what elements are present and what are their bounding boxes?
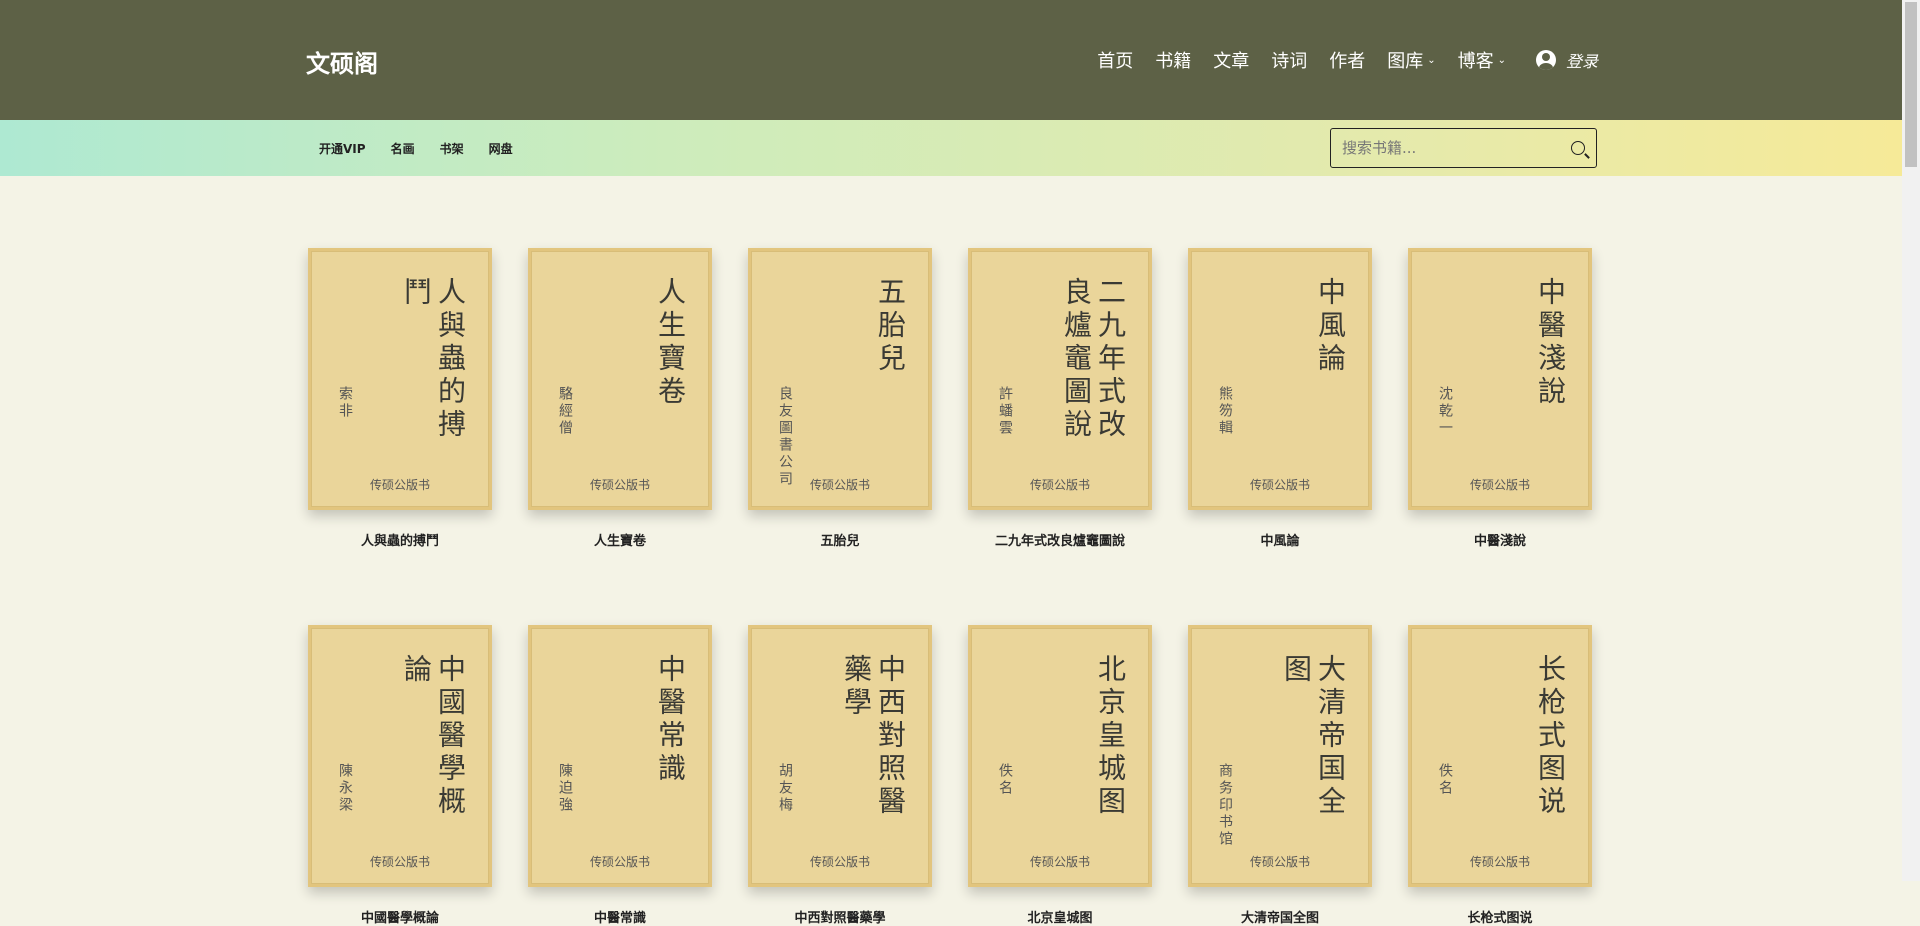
cover-title: 中醫常識 [654, 654, 687, 786]
book-cover[interactable]: 五胎兒 良友圖書公司 传硕公版书 [748, 248, 932, 510]
nav-blog-label: 博客 [1457, 51, 1494, 72]
cover-title: 人生寶卷 [654, 277, 687, 409]
cover-title: 中風論 [1314, 277, 1347, 376]
cover-title: 中醫淺說 [1534, 277, 1567, 409]
cover-title: 中國醫學概論 [400, 654, 467, 819]
book-cover[interactable]: 中西對照醫藥學 胡友梅 传硕公版书 [748, 625, 932, 887]
cover-author: 沈乾一 [1437, 386, 1453, 437]
cover-author: 駱經僧 [557, 386, 573, 437]
cover-title: 中西對照醫藥學 [840, 654, 907, 819]
cover-author: 許蟠雲 [997, 386, 1013, 437]
cover-publisher: 传硕公版书 [589, 478, 650, 492]
book-cover[interactable]: 长枪式图说 佚名 传硕公版书 [1408, 625, 1592, 887]
nav-authors[interactable]: 作者 [1329, 47, 1365, 73]
top-header: 文硕阁 首页 书籍 文章 诗词 作者 图库 ⌄ 博客 ⌄ 登录 [0, 0, 1902, 120]
book-card[interactable]: 中醫淺說 沈乾一 传硕公版书 中醫淺說 [1408, 248, 1592, 549]
book-grid: 人與蟲的搏鬥 索非 传硕公版书 人與蟲的搏鬥 人生寶卷 駱經僧 传硕公版书 人生… [308, 248, 1592, 926]
cover-publisher: 传硕公版书 [369, 478, 430, 492]
book-cover[interactable]: 中國醫學概論 陳永梁 传硕公版书 [308, 625, 492, 887]
cover-publisher: 传硕公版书 [809, 855, 870, 869]
cover-publisher: 传硕公版书 [809, 478, 870, 492]
search-box [1330, 128, 1597, 168]
nav-gallery-dropdown[interactable]: 图库 ⌄ [1387, 47, 1435, 73]
search-input[interactable] [1342, 139, 1571, 157]
book-title[interactable]: 二九年式改良爐竈圖說 [968, 530, 1152, 549]
nav-gallery-label: 图库 [1387, 51, 1424, 72]
vip-link[interactable]: 开通VIP [319, 140, 366, 157]
scrollbar-thumb[interactable] [1905, 2, 1917, 167]
search-icon[interactable] [1571, 141, 1585, 155]
book-title[interactable]: 长枪式图说 [1408, 907, 1592, 926]
cover-publisher: 传硕公版书 [589, 855, 650, 869]
cover-author: 良友圖書公司 [777, 386, 793, 488]
book-cover[interactable]: 中風論 熊笏輯 传硕公版书 [1188, 248, 1372, 510]
book-card[interactable]: 二九年式改良爐竈圖說 許蟠雲 传硕公版书 二九年式改良爐竈圖說 [968, 248, 1152, 549]
cover-author: 佚名 [997, 763, 1013, 797]
cover-publisher: 传硕公版书 [1469, 855, 1530, 869]
sub-nav-links: 开通VIP 名画 书架 网盘 [319, 140, 538, 157]
cover-publisher: 传硕公版书 [1029, 855, 1090, 869]
book-title[interactable]: 人生寶卷 [528, 530, 712, 549]
book-title[interactable]: 中西對照醫藥學 [748, 907, 932, 926]
book-cover[interactable]: 二九年式改良爐竈圖說 許蟠雲 传硕公版书 [968, 248, 1152, 510]
book-title[interactable]: 中醫淺說 [1408, 530, 1592, 549]
scrollbar[interactable] [1902, 0, 1920, 881]
sub-nav-bar: 开通VIP 名画 书架 网盘 [0, 120, 1902, 176]
book-cover[interactable]: 中醫常識 陳迫強 传硕公版书 [528, 625, 712, 887]
cover-publisher: 传硕公版书 [1249, 855, 1310, 869]
cover-author: 陳迫強 [557, 763, 573, 814]
paintings-link[interactable]: 名画 [391, 140, 415, 157]
book-cover[interactable]: 北京皇城图 佚名 传硕公版书 [968, 625, 1152, 887]
user-icon[interactable] [1535, 50, 1556, 70]
main-nav: 首页 书籍 文章 诗词 作者 图库 ⌄ 博客 ⌄ 登录 [1075, 47, 1598, 73]
cover-author: 熊笏輯 [1217, 386, 1233, 437]
cover-title: 北京皇城图 [1094, 654, 1127, 819]
book-title[interactable]: 大清帝国全图 [1188, 907, 1372, 926]
cover-publisher: 传硕公版书 [369, 855, 430, 869]
book-cover[interactable]: 人與蟲的搏鬥 索非 传硕公版书 [308, 248, 492, 510]
nav-articles[interactable]: 文章 [1213, 47, 1249, 73]
cover-title: 大清帝国全图 [1280, 654, 1347, 819]
book-title[interactable]: 人與蟲的搏鬥 [308, 530, 492, 549]
site-logo[interactable]: 文硕阁 [306, 44, 378, 79]
nav-home[interactable]: 首页 [1097, 47, 1133, 73]
book-card[interactable]: 人生寶卷 駱經僧 传硕公版书 人生寶卷 [528, 248, 712, 549]
cover-author: 陳永梁 [337, 763, 353, 814]
book-card[interactable]: 中風論 熊笏輯 传硕公版书 中風論 [1188, 248, 1372, 549]
cover-author: 佚名 [1437, 763, 1453, 797]
book-card[interactable]: 人與蟲的搏鬥 索非 传硕公版书 人與蟲的搏鬥 [308, 248, 492, 549]
book-card[interactable]: 五胎兒 良友圖書公司 传硕公版书 五胎兒 [748, 248, 932, 549]
book-title[interactable]: 北京皇城图 [968, 907, 1152, 926]
login-link[interactable]: 登录 [1566, 48, 1598, 72]
book-cover[interactable]: 人生寶卷 駱經僧 传硕公版书 [528, 248, 712, 510]
book-cover[interactable]: 中醫淺說 沈乾一 传硕公版书 [1408, 248, 1592, 510]
nav-books[interactable]: 书籍 [1155, 47, 1191, 73]
cover-title: 五胎兒 [874, 277, 907, 376]
book-cover[interactable]: 大清帝国全图 商务印书馆 传硕公版书 [1188, 625, 1372, 887]
cover-publisher: 传硕公版书 [1469, 478, 1530, 492]
chevron-down-icon: ⌄ [1497, 54, 1506, 66]
nav-poems[interactable]: 诗词 [1271, 47, 1307, 73]
netdisk-link[interactable]: 网盘 [489, 140, 513, 157]
cover-publisher: 传硕公版书 [1029, 478, 1090, 492]
book-title[interactable]: 五胎兒 [748, 530, 932, 549]
cover-publisher: 传硕公版书 [1249, 478, 1310, 492]
bookshelf-link[interactable]: 书架 [440, 140, 464, 157]
cover-title: 二九年式改良爐竈圖說 [1060, 277, 1127, 442]
nav-blog-dropdown[interactable]: 博客 ⌄ [1458, 47, 1506, 73]
book-title[interactable]: 中醫常識 [528, 907, 712, 926]
book-title[interactable]: 中國醫學概論 [308, 907, 492, 926]
cover-author: 胡友梅 [777, 763, 793, 814]
cover-title: 长枪式图说 [1534, 654, 1567, 819]
cover-title: 人與蟲的搏鬥 [400, 277, 467, 442]
book-title[interactable]: 中風論 [1188, 530, 1372, 549]
chevron-down-icon: ⌄ [1427, 54, 1436, 66]
cover-author: 商务印书馆 [1217, 763, 1233, 848]
cover-author: 索非 [337, 386, 353, 420]
